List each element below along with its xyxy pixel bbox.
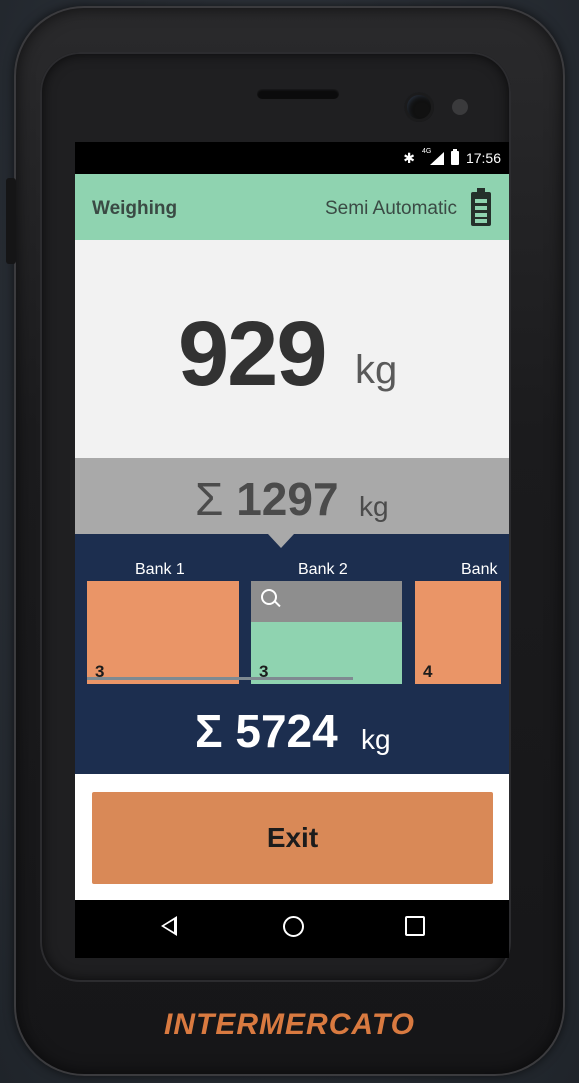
camera bbox=[404, 92, 434, 122]
search-icon[interactable] bbox=[261, 589, 277, 605]
navigation-bar bbox=[75, 900, 509, 958]
bank-count: 4 bbox=[423, 662, 433, 681]
bank-search-bar[interactable] bbox=[251, 581, 402, 622]
page-title: Weighing bbox=[92, 198, 178, 219]
bank-tile[interactable]: 4 bbox=[415, 581, 501, 684]
current-weight-value: 929 bbox=[178, 303, 327, 405]
status-time: 17:56 bbox=[465, 150, 501, 166]
speaker bbox=[257, 89, 339, 99]
exit-area: Exit bbox=[75, 774, 509, 900]
current-weight-unit: kg bbox=[355, 348, 398, 392]
bank-label: Bank bbox=[461, 561, 498, 578]
bank-tile[interactable]: 3 bbox=[87, 581, 239, 684]
selection-pointer bbox=[268, 534, 294, 548]
banks-panel: Bank 1 Bank 2 Bank 3 3 4 Σ 5724 kg bbox=[75, 534, 509, 774]
status-bar: ✱ 4G 17:56 bbox=[75, 142, 509, 174]
recent-apps-icon[interactable] bbox=[405, 916, 425, 936]
back-icon[interactable] bbox=[161, 916, 177, 936]
sum-symbol: Σ bbox=[195, 473, 224, 525]
bank-sum-value: Σ 1297 bbox=[195, 472, 339, 526]
scrollbar[interactable] bbox=[87, 677, 353, 680]
bank-sum-unit: kg bbox=[359, 491, 389, 522]
current-weight-panel: 929 kg bbox=[75, 240, 509, 458]
bluetooth-icon: ✱ bbox=[403, 150, 415, 166]
battery-icon bbox=[471, 188, 491, 226]
total-symbol: Σ bbox=[195, 705, 223, 757]
exit-button[interactable]: Exit bbox=[92, 792, 493, 884]
sum-number: 1297 bbox=[236, 473, 339, 525]
total-weight-value: Σ 5724 bbox=[195, 704, 338, 758]
bank-label: Bank 1 bbox=[135, 561, 185, 578]
side-button bbox=[6, 178, 16, 264]
app-bar: Weighing Semi Automatic bbox=[75, 174, 509, 240]
sensor bbox=[452, 99, 468, 115]
total-number: 5724 bbox=[235, 705, 338, 757]
screen: ✱ 4G 17:56 Weighing Semi Automatic 929 k… bbox=[75, 142, 509, 900]
weighing-mode[interactable]: Semi Automatic bbox=[325, 198, 457, 220]
battery-icon bbox=[450, 149, 459, 165]
bank-sum-panel: Σ 1297 kg bbox=[75, 458, 509, 534]
signal-icon: 4G bbox=[422, 148, 444, 165]
bank-label: Bank 2 bbox=[298, 561, 348, 578]
total-weight-unit: kg bbox=[361, 724, 391, 755]
brand-logo: INTERMERCATO bbox=[164, 1008, 415, 1041]
bank-tile-selected[interactable]: 3 bbox=[251, 581, 402, 684]
home-icon[interactable] bbox=[283, 916, 304, 937]
